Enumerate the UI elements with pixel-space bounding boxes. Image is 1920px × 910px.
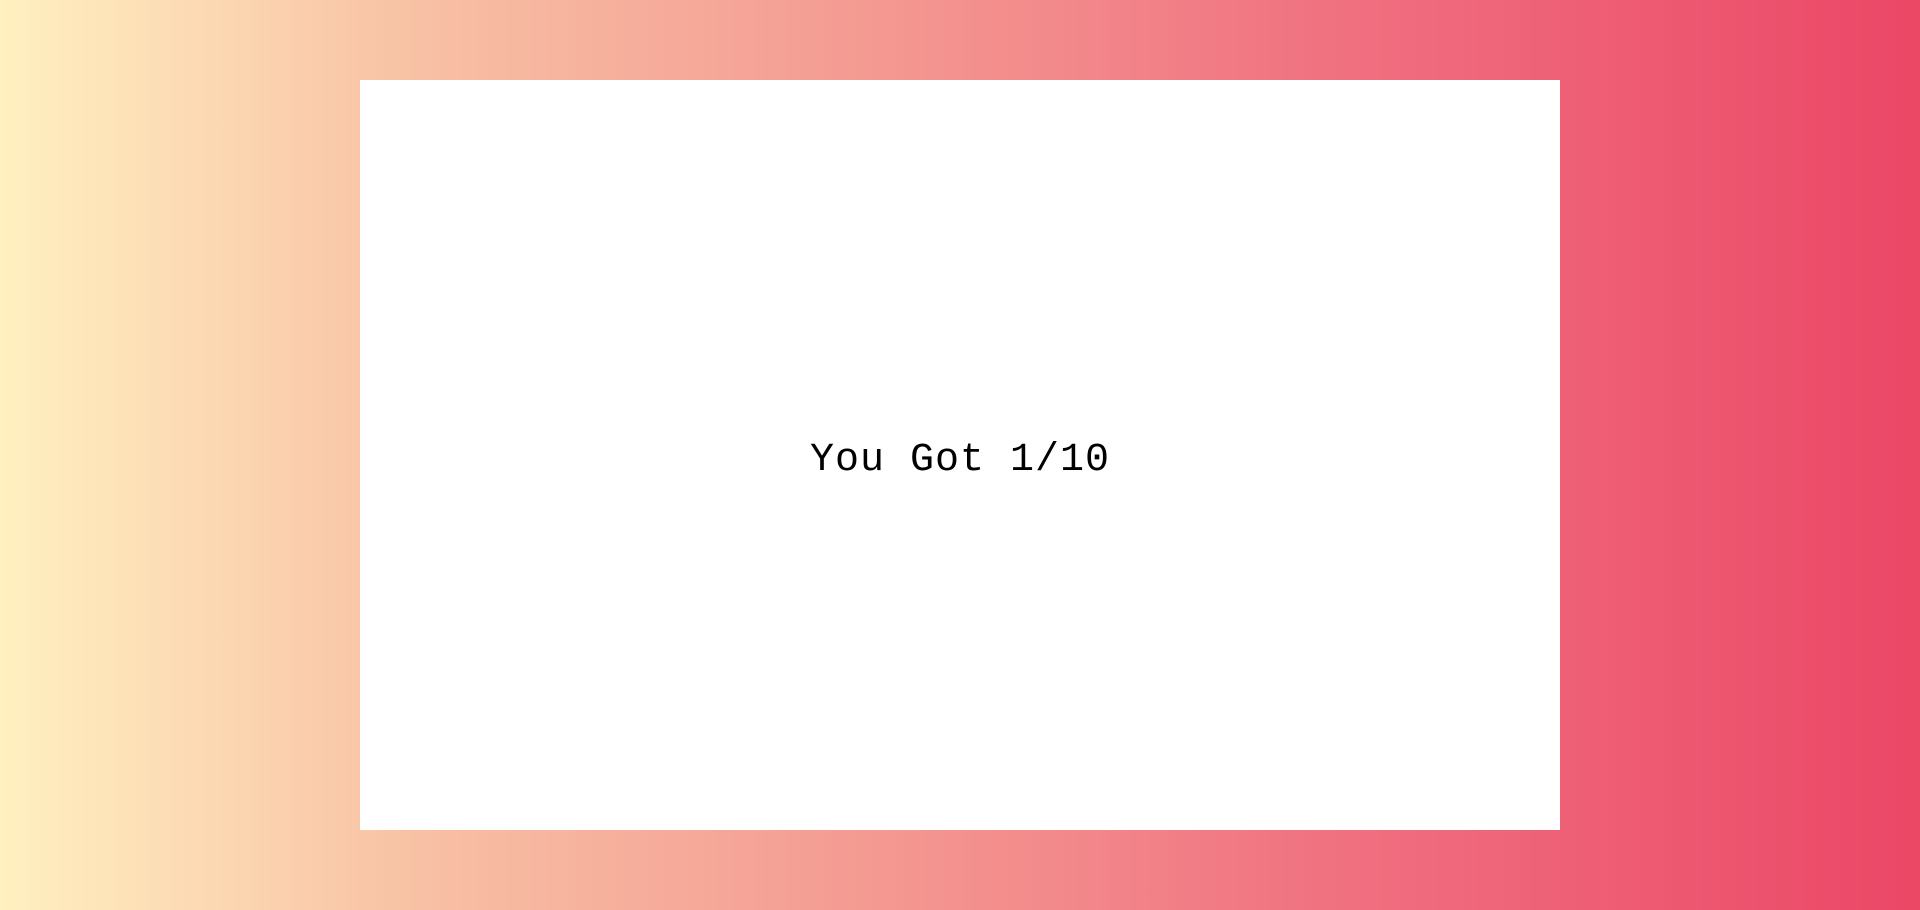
result-card: You Got 1/10 xyxy=(360,80,1560,830)
score-text: You Got 1/10 xyxy=(809,437,1111,483)
